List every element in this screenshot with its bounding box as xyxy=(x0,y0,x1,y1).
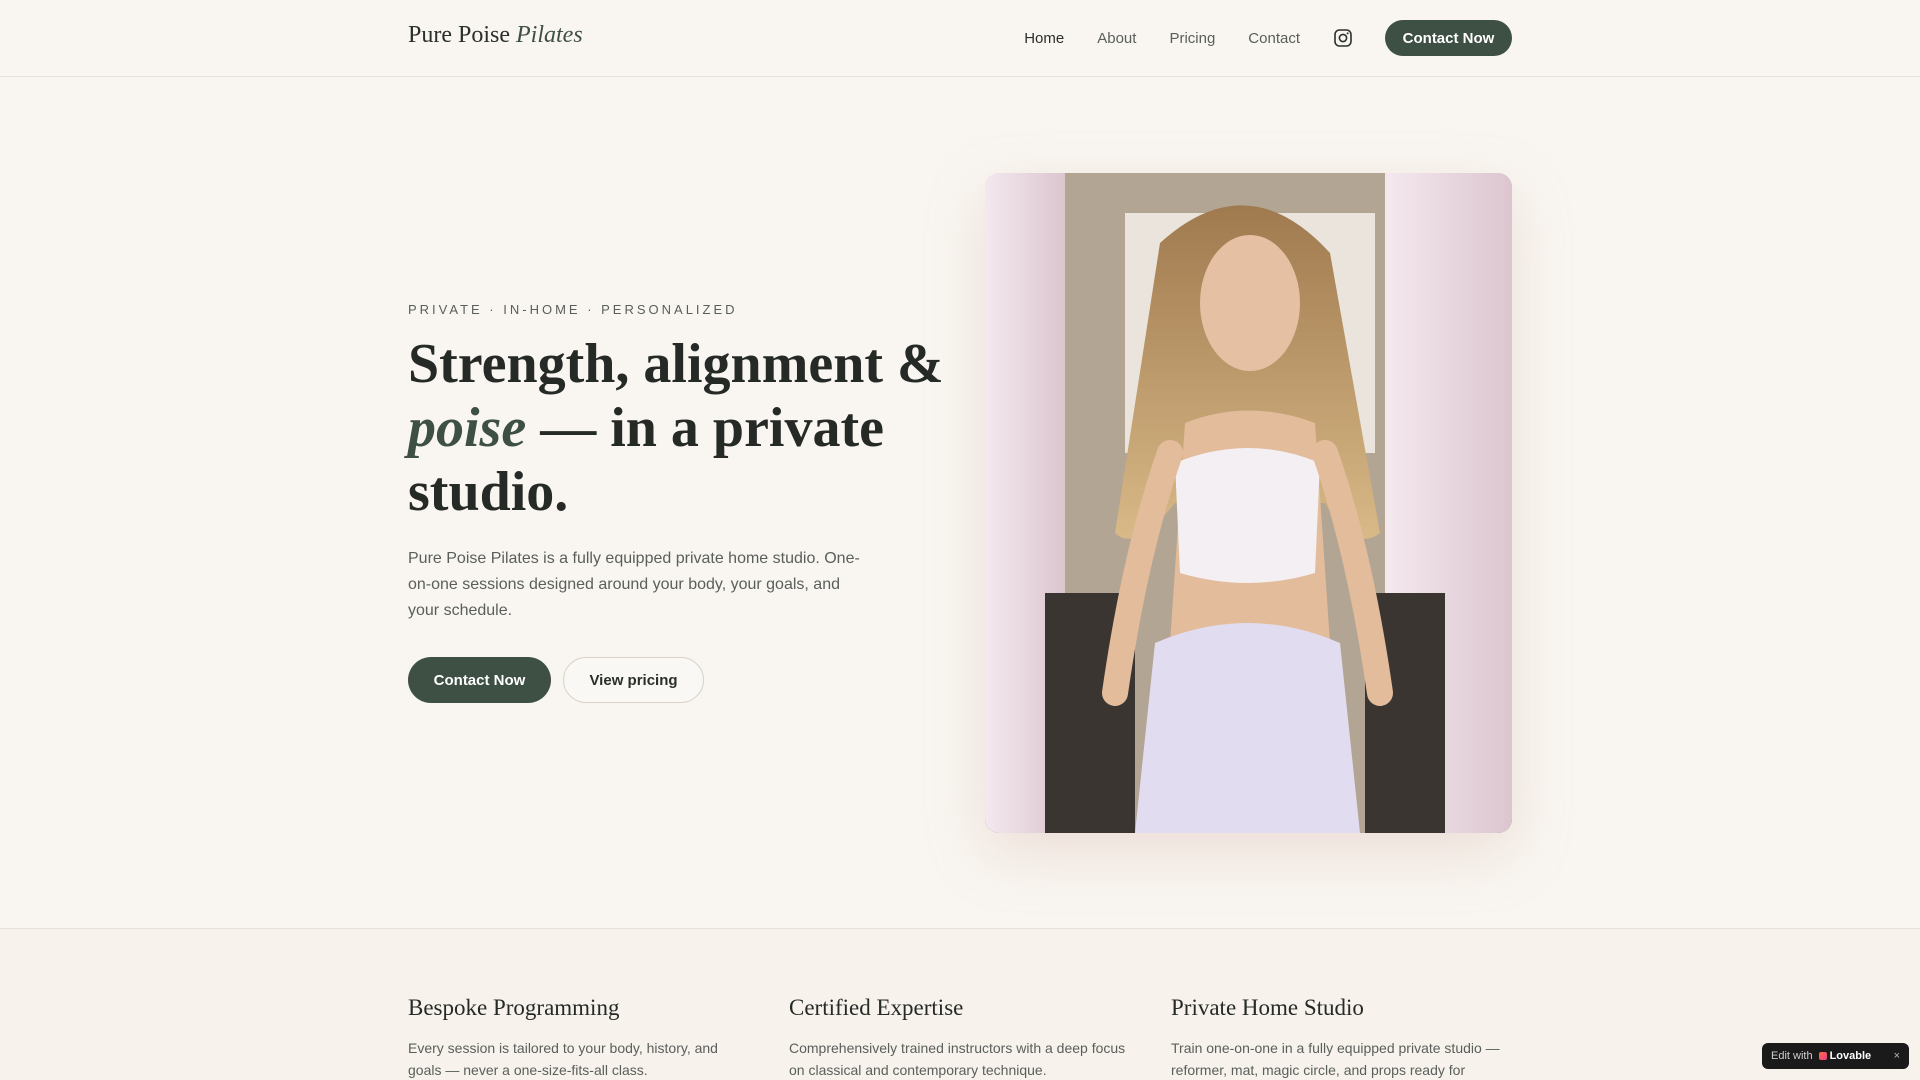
feature-certified: Certified Expertise Comprehensively trai… xyxy=(789,995,1129,1080)
hero-photo xyxy=(985,173,1512,833)
hero-eyebrow: PRIVATE · IN-HOME · PERSONALIZED xyxy=(408,302,738,317)
hero-cta-row: Contact Now View pricing xyxy=(408,657,704,703)
badge-label: Edit with xyxy=(1771,1050,1813,1062)
view-pricing-button[interactable]: View pricing xyxy=(563,657,704,703)
site-header: Pure Poise Pilates Home About Pricing Co… xyxy=(0,0,1920,77)
feature-text: Every session is tailored to your body, … xyxy=(408,1040,718,1078)
nav-contact[interactable]: Contact xyxy=(1248,30,1300,47)
feature-text: Comprehensively trained instructors with… xyxy=(789,1040,1126,1078)
edit-with-lovable-badge[interactable]: Edit with Lovable × xyxy=(1762,1043,1909,1069)
logo-main: Pure Poise xyxy=(408,22,510,48)
logo-accent: Pilates xyxy=(516,22,583,48)
logo[interactable]: Pure Poise Pilates xyxy=(408,22,583,49)
feature-title: Private Home Studio xyxy=(1171,995,1364,1020)
close-icon[interactable]: × xyxy=(1894,1050,1900,1062)
main-nav: Home About Pricing Contact Contact Now xyxy=(1024,20,1512,56)
hero-intro: Pure Poise Pilates is a fully equipped p… xyxy=(408,550,860,619)
lovable-brand: Lovable xyxy=(1818,1050,1872,1062)
feature-title: Certified Expertise xyxy=(789,995,964,1020)
features-section: Bespoke Programming Every session is tai… xyxy=(0,928,1920,1080)
hero-headline: Strength, alignment & poise — in a privat… xyxy=(408,332,948,524)
feature-studio: Private Home Studio Train one-on-one in … xyxy=(1171,995,1511,1080)
nav-pricing[interactable]: Pricing xyxy=(1169,30,1215,47)
badge-brand: Lovable xyxy=(1829,1050,1872,1062)
headline-part1: Strength, alignment & xyxy=(408,333,944,395)
headline-italic: poise xyxy=(408,397,527,459)
nav-about[interactable]: About xyxy=(1097,30,1136,47)
header-contact-button[interactable]: Contact Now xyxy=(1385,20,1512,56)
nav-home[interactable]: Home xyxy=(1024,30,1064,47)
feature-text: Train one-on-one in a fully equipped pri… xyxy=(1171,1040,1500,1078)
lovable-heart-icon xyxy=(1818,1052,1827,1060)
feature-title: Bespoke Programming xyxy=(408,995,620,1020)
feature-bespoke: Bespoke Programming Every session is tai… xyxy=(408,995,748,1080)
instagram-icon[interactable] xyxy=(1333,28,1353,48)
hero-contact-button[interactable]: Contact Now xyxy=(408,657,551,703)
